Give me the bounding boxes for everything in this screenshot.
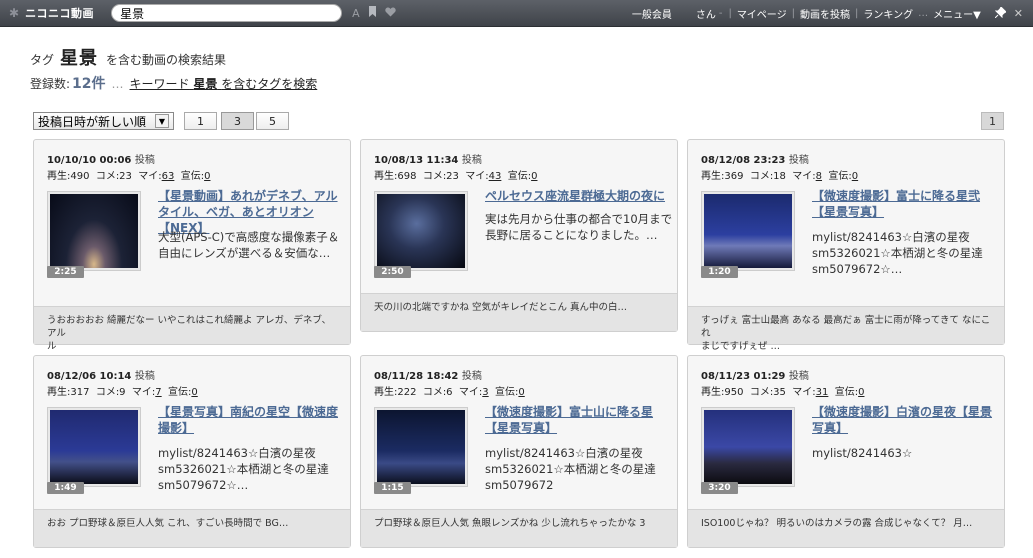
latest-comments: 天の川の北端ですかね 空気がキレイだとこん 真ん中の白… — [361, 293, 677, 331]
mylist-count-link[interactable]: 3 — [482, 387, 488, 398]
mylist-count-link[interactable]: 7 — [155, 387, 161, 398]
count-label: 登録数: — [30, 77, 71, 91]
tag-name: 星景 — [60, 48, 99, 69]
video-thumbnail[interactable] — [47, 191, 141, 271]
close-icon[interactable]: ✕ — [1014, 7, 1023, 20]
ad-count-link[interactable]: 0 — [531, 171, 537, 182]
mylist-count-link[interactable]: 31 — [816, 387, 829, 398]
video-stats: 再生:369 コメ:18 マイ:8 宣伝:0 — [701, 171, 859, 182]
video-card: 08/11/23 01:29 投稿 再生:950 コメ:35 マイ:31 宣伝:… — [687, 355, 1005, 548]
thumbnail-image — [377, 194, 465, 268]
font-size-icon[interactable]: A — [352, 7, 360, 20]
upload-link[interactable]: 動画を投稿 — [800, 6, 850, 21]
post-date: 08/12/08 23:23 投稿 — [701, 155, 809, 166]
post-date: 08/12/06 10:14 投稿 — [47, 371, 155, 382]
post-date: 10/10/10 00:06 投稿 — [47, 155, 155, 166]
video-duration: 2:25 — [47, 266, 84, 278]
ad-count-link[interactable]: 0 — [852, 171, 858, 182]
star-icon[interactable]: ✱ — [9, 6, 19, 20]
tag-label: タグ — [30, 53, 55, 67]
video-description: 実は先月から仕事の都合で10月まで長野に居ることになりました。… — [485, 212, 673, 242]
heart-icon[interactable] — [384, 7, 396, 20]
video-thumbnail[interactable] — [47, 407, 141, 487]
video-stats: 再生:950 コメ:35 マイ:31 宣伝:0 — [701, 387, 865, 398]
heading-suffix: を含む動画の検索結果 — [106, 53, 227, 67]
video-description: mylist/8241463☆ — [812, 446, 913, 460]
mylist-count-link[interactable]: 8 — [816, 171, 822, 182]
ad-count-link[interactable]: 0 — [191, 387, 197, 398]
video-stats: 再生:222 コメ:6 マイ:3 宣伝:0 — [374, 387, 525, 398]
latest-comments: おお プロ野球＆原巨人人気 これ、すごい長時間で BG… — [34, 509, 350, 547]
page-button-5[interactable]: 5 — [256, 112, 289, 130]
thumbnail-image — [50, 194, 138, 268]
video-stats: 再生:490 コメ:23 マイ:63 宣伝:0 — [47, 171, 211, 182]
video-thumbnail[interactable] — [374, 407, 468, 487]
search-heading: タグ 星景 を含む動画の検索結果 — [30, 44, 226, 70]
video-card: 08/12/08 23:23 投稿 再生:369 コメ:18 マイ:8 宣伝:0… — [687, 139, 1005, 352]
thumbnail-image — [704, 410, 792, 484]
video-title-link[interactable]: ペルセウス座流星群極大期の夜に — [485, 188, 673, 204]
post-date: 08/11/28 18:42 投稿 — [374, 371, 482, 382]
video-duration: 2:50 — [374, 266, 411, 278]
thumbnail-image — [50, 410, 138, 484]
video-card: 10/10/10 00:06 投稿 再生:490 コメ:23 マイ:63 宣伝:… — [33, 139, 351, 352]
video-card: 08/12/06 10:14 投稿 再生:317 コメ:9 マイ:7 宣伝:0 … — [33, 355, 351, 548]
video-description: mylist/8241463☆白濱の星夜 sm5326021☆本栖湖と冬の星達 … — [812, 230, 983, 276]
video-description: mylist/8241463☆白濱の星夜 sm5326021☆本栖湖と冬の星達 … — [485, 446, 656, 492]
pagination: 1 3 5 — [184, 112, 289, 130]
sort-order-value: 投稿日時が新しい順 — [38, 114, 147, 129]
video-description: 大型(APS-C)で高感度な撮像素子＆自由にレンズが選べる＆安価な… — [158, 230, 340, 260]
thumbnail-image — [377, 410, 465, 484]
keyword-tag-search-link[interactable]: キーワード 星景 を含むタグを検索 — [130, 75, 318, 92]
latest-comments: ISO100じゃね？ 明るいのはカメラの露 合成じゃなくて？ 月… — [688, 509, 1004, 547]
ad-count-link[interactable]: 0 — [518, 387, 524, 398]
result-count-line: 登録数: 12件 … キーワード 星景 を含むタグを検索 — [30, 73, 317, 93]
latest-comments: うおおおおお 綺麗だなー いやこれはこれ綺麗よ アレガ、デネブ、アルル — [34, 306, 350, 352]
video-duration: 1:15 — [374, 482, 411, 494]
mylist-count-link[interactable]: 63 — [162, 171, 175, 182]
thumbnail-image — [704, 194, 792, 268]
video-thumbnail[interactable] — [374, 191, 468, 271]
search-input[interactable] — [111, 4, 343, 22]
site-logo[interactable]: ニコニコ動画 — [25, 5, 94, 21]
page-button-3[interactable]: 3 — [221, 112, 254, 130]
ad-count-link[interactable]: 0 — [204, 171, 210, 182]
video-title-link[interactable]: 【微速度撮影】白濱の星夜【星景写真】 — [812, 404, 1000, 436]
video-duration: 3:20 — [701, 482, 738, 494]
user-name[interactable]: さん — [696, 6, 716, 21]
bookmark-icon[interactable] — [368, 6, 377, 20]
mylist-count-link[interactable]: 43 — [489, 171, 502, 182]
video-stats: 再生:698 コメ:23 マイ:43 宣伝:0 — [374, 171, 538, 182]
result-count: 12件 — [72, 76, 106, 92]
chevron-down-icon: ▼ — [155, 114, 169, 128]
page-button-1[interactable]: 1 — [184, 112, 217, 130]
pin-icon[interactable] — [994, 5, 1007, 21]
ranking-link[interactable]: ランキング — [863, 6, 913, 21]
video-thumbnail[interactable] — [701, 191, 795, 271]
mypage-link[interactable]: マイページ — [737, 6, 787, 21]
sort-order-select[interactable]: 投稿日時が新しい順 ▼ — [33, 112, 174, 130]
latest-comments: プロ野球＆原巨人人気 魚眼レンズかね 少し流れちゃったかな 3 — [361, 509, 677, 547]
top-navigation-bar: ✱ ニコニコ動画 A 一般会員 さん - | マイページ | 動画を投稿 | ラ… — [0, 0, 1033, 27]
video-title-link[interactable]: 【星景写真】南紀の星空【微速度撮影】 — [158, 404, 346, 436]
video-description: mylist/8241463☆白濱の星夜 sm5326021☆本栖湖と冬の星達 … — [158, 446, 329, 492]
post-date: 10/08/13 11:34 投稿 — [374, 155, 482, 166]
video-title-link[interactable]: 【微速度撮影】富士山に降る星【星景写真】 — [485, 404, 673, 436]
topbar-right-menu: 一般会員 さん - | マイページ | 動画を投稿 | ランキング … メニュー… — [631, 5, 1023, 21]
member-status: 一般会員 — [631, 10, 672, 21]
video-duration: 1:20 — [701, 266, 738, 278]
video-title-link[interactable]: 【微速度撮影】富士に降る星弐【星景写真】 — [812, 188, 1000, 220]
ad-count-link[interactable]: 0 — [858, 387, 864, 398]
menu-dropdown[interactable]: メニュー▼ — [933, 6, 981, 21]
video-thumbnail[interactable] — [701, 407, 795, 487]
video-stats: 再生:317 コメ:9 マイ:7 宣伝:0 — [47, 387, 198, 398]
video-card: 10/08/13 11:34 投稿 再生:698 コメ:23 マイ:43 宣伝:… — [360, 139, 678, 332]
post-date: 08/11/23 01:29 投稿 — [701, 371, 809, 382]
video-card: 08/11/28 18:42 投稿 再生:222 コメ:6 マイ:3 宣伝:0 … — [360, 355, 678, 548]
video-duration: 1:49 — [47, 482, 84, 494]
latest-comments: すっげぇ 富士山最高 あなる 最高だぁ 富士に雨が降ってきて なにこれ まじですげ… — [688, 306, 1004, 352]
page-indicator[interactable]: 1 — [981, 112, 1004, 130]
